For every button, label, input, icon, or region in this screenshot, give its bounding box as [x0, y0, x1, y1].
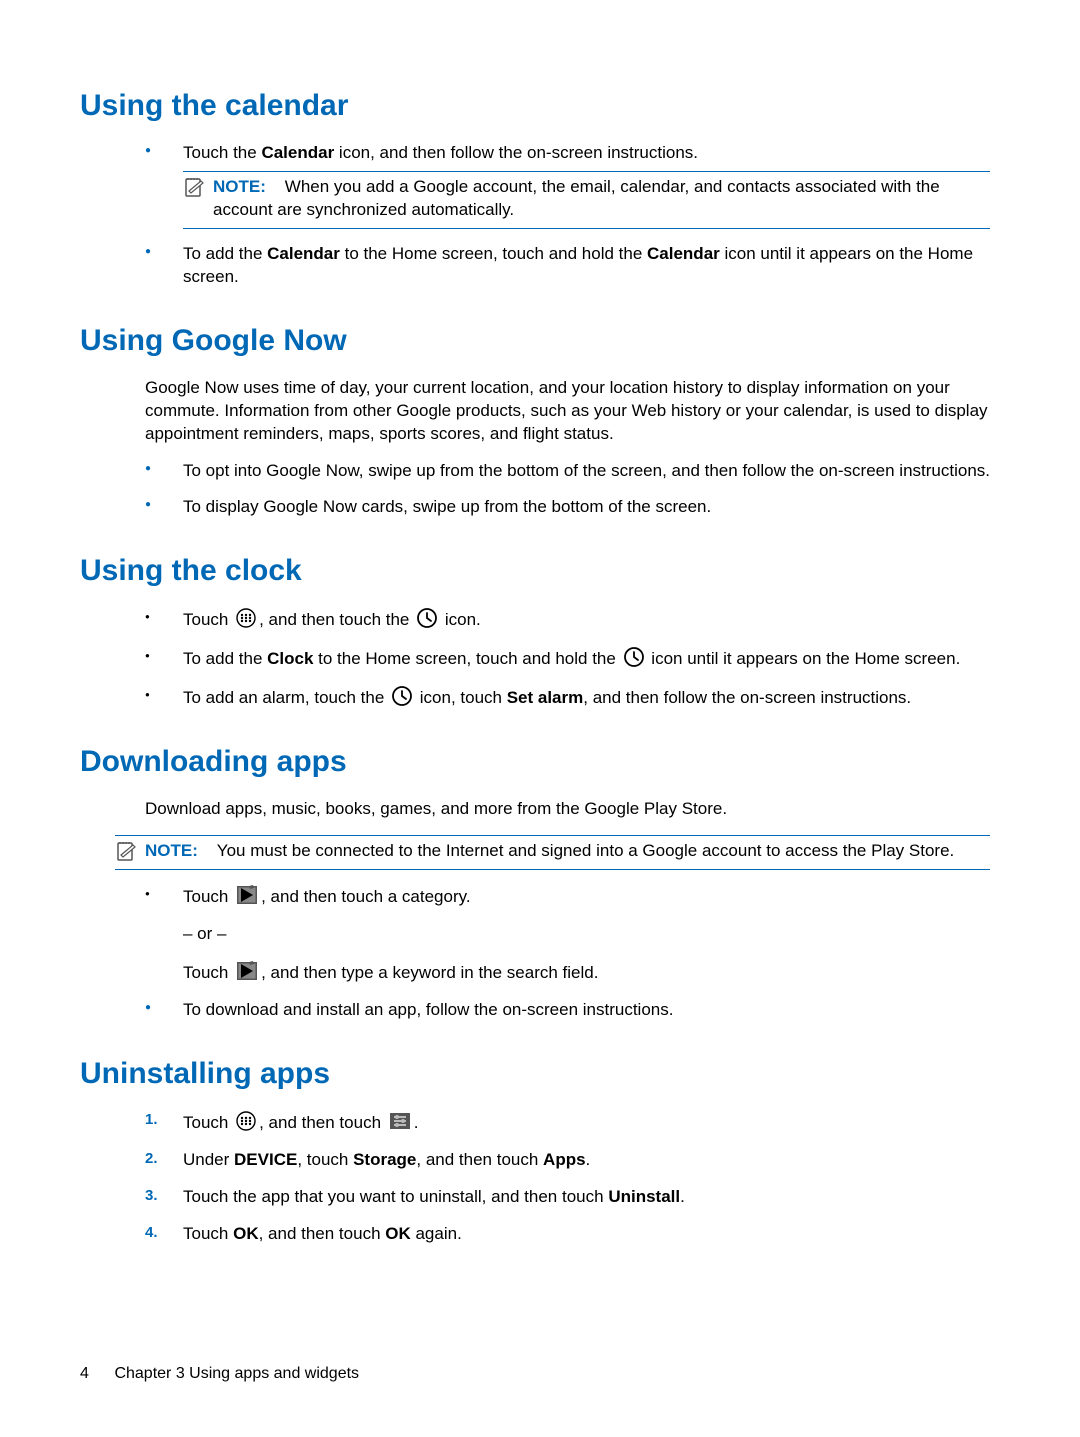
list-item: To add the Calendar to the Home screen, … — [145, 243, 990, 289]
section-clock-body: Touch , and then touch the icon. To add … — [145, 607, 990, 710]
download-bullets-2: To download and install an app, follow t… — [145, 999, 990, 1022]
clock-bullets: Touch , and then touch the icon. To add … — [145, 607, 990, 710]
text: icon. — [440, 610, 481, 629]
text-strong: Calendar — [267, 244, 340, 263]
text: , and then touch — [259, 1113, 386, 1132]
page-number: 4 — [80, 1365, 110, 1383]
text: Touch — [183, 1224, 233, 1243]
list-item: To download and install an app, follow t… — [145, 999, 990, 1022]
text-strong: Clock — [267, 649, 313, 668]
download-bullets-1: Touch , and then touch a category. – or … — [145, 884, 990, 985]
step-item: Under DEVICE, touch Storage, and then to… — [145, 1149, 990, 1172]
settings-icon — [388, 1110, 412, 1132]
note-box: NOTE: You must be connected to the Inter… — [115, 835, 990, 870]
text: icon, and then follow the on-screen inst… — [334, 143, 698, 162]
text-strong: DEVICE — [234, 1150, 297, 1169]
text-strong: Calendar — [261, 143, 334, 162]
text: Touch — [183, 1113, 233, 1132]
section-download-body: Download apps, music, books, games, and … — [145, 798, 990, 821]
text: , and then touch — [416, 1150, 543, 1169]
paragraph: Touch , and then type a keyword in the s… — [183, 960, 990, 985]
note-text — [271, 177, 285, 196]
heading-calendar: Using the calendar — [80, 88, 990, 124]
text: Touch — [183, 963, 233, 982]
list-item: Touch the Calendar icon, and then follow… — [145, 142, 990, 229]
heading-uninstall: Uninstalling apps — [80, 1056, 990, 1092]
note-text: You must be connected to the Internet an… — [217, 841, 954, 860]
text-strong: Set alarm — [507, 688, 584, 707]
text: To add the — [183, 649, 267, 668]
text: to the Home screen, touch and hold the — [313, 649, 620, 668]
heading-download: Downloading apps — [80, 744, 990, 780]
note-text — [203, 841, 217, 860]
text: Under — [183, 1150, 234, 1169]
list-item: Touch , and then touch a category. – or … — [145, 884, 990, 985]
text-strong: OK — [385, 1224, 411, 1243]
text: icon until it appears on the Home screen… — [647, 649, 961, 668]
text: , and then type a keyword in the search … — [261, 963, 598, 982]
clock-icon — [623, 646, 645, 668]
page-footer: 4 Chapter 3 Using apps and widgets — [80, 1365, 359, 1383]
text: , and then touch the — [259, 610, 414, 629]
play-store-icon — [235, 884, 259, 906]
text: , and then follow the on-screen instruct… — [583, 688, 911, 707]
list-item: Touch , and then touch the icon. — [145, 607, 990, 632]
step-item: Touch OK, and then touch OK again. — [145, 1223, 990, 1246]
text: again. — [411, 1224, 462, 1243]
text-strong: Uninstall — [608, 1187, 680, 1206]
note-box: NOTE: When you add a Google account, the… — [183, 171, 990, 229]
list-item: To opt into Google Now, swipe up from th… — [145, 460, 990, 483]
play-store-icon — [235, 960, 259, 982]
note-text: When you add a Google account, the email… — [213, 177, 940, 219]
all-apps-icon — [235, 607, 257, 629]
clock-icon — [416, 607, 438, 629]
heading-clock: Using the clock — [80, 553, 990, 589]
text: . — [414, 1113, 419, 1132]
step-item: Touch , and then touch . — [145, 1110, 990, 1135]
note-label: NOTE: — [145, 841, 198, 860]
text: . — [680, 1187, 685, 1206]
list-item: To add the Clock to the Home screen, tou… — [145, 646, 990, 671]
section-now-body: Google Now uses time of day, your curren… — [145, 377, 990, 520]
text: To add the — [183, 244, 267, 263]
paragraph: Google Now uses time of day, your curren… — [145, 377, 990, 446]
now-bullets: To opt into Google Now, swipe up from th… — [145, 460, 990, 520]
all-apps-icon — [235, 1110, 257, 1132]
text-strong: Calendar — [647, 244, 720, 263]
note-label: NOTE: — [213, 177, 266, 196]
page: Using the calendar Touch the Calendar ic… — [0, 0, 1080, 1437]
text-strong: Apps — [543, 1150, 586, 1169]
text-strong: OK — [233, 1224, 259, 1243]
text: Touch — [183, 610, 233, 629]
or-separator: – or – — [183, 923, 990, 946]
list-item: To add an alarm, touch the icon, touch S… — [145, 685, 990, 710]
text: . — [586, 1150, 591, 1169]
text: Touch the app that you want to uninstall… — [183, 1187, 608, 1206]
text: , and then touch — [259, 1224, 386, 1243]
uninstall-steps: Touch , and then touch . Under DEVICE, t… — [145, 1110, 990, 1246]
text: to the Home screen, touch and hold the — [340, 244, 647, 263]
text: Touch — [183, 887, 233, 906]
heading-google-now: Using Google Now — [80, 323, 990, 359]
section-calendar-body: Touch the Calendar icon, and then follow… — [145, 142, 990, 289]
clock-icon — [391, 685, 413, 707]
text: , and then touch a category. — [261, 887, 471, 906]
text: Touch the — [183, 143, 261, 162]
section-uninstall-body: Touch , and then touch . Under DEVICE, t… — [145, 1110, 990, 1246]
calendar-bullets: Touch the Calendar icon, and then follow… — [145, 142, 990, 289]
note-icon — [183, 177, 205, 199]
text-strong: Storage — [353, 1150, 416, 1169]
text: , touch — [297, 1150, 353, 1169]
step-item: Touch the app that you want to uninstall… — [145, 1186, 990, 1209]
section-download-bullets: Touch , and then touch a category. – or … — [145, 884, 990, 1022]
paragraph: Download apps, music, books, games, and … — [145, 798, 990, 821]
note-icon — [115, 841, 137, 863]
list-item: To display Google Now cards, swipe up fr… — [145, 496, 990, 519]
text: icon, touch — [415, 688, 507, 707]
text: To add an alarm, touch the — [183, 688, 389, 707]
chapter-label: Chapter 3 Using apps and widgets — [114, 1365, 359, 1382]
note-wrap: NOTE: You must be connected to the Inter… — [115, 835, 990, 870]
